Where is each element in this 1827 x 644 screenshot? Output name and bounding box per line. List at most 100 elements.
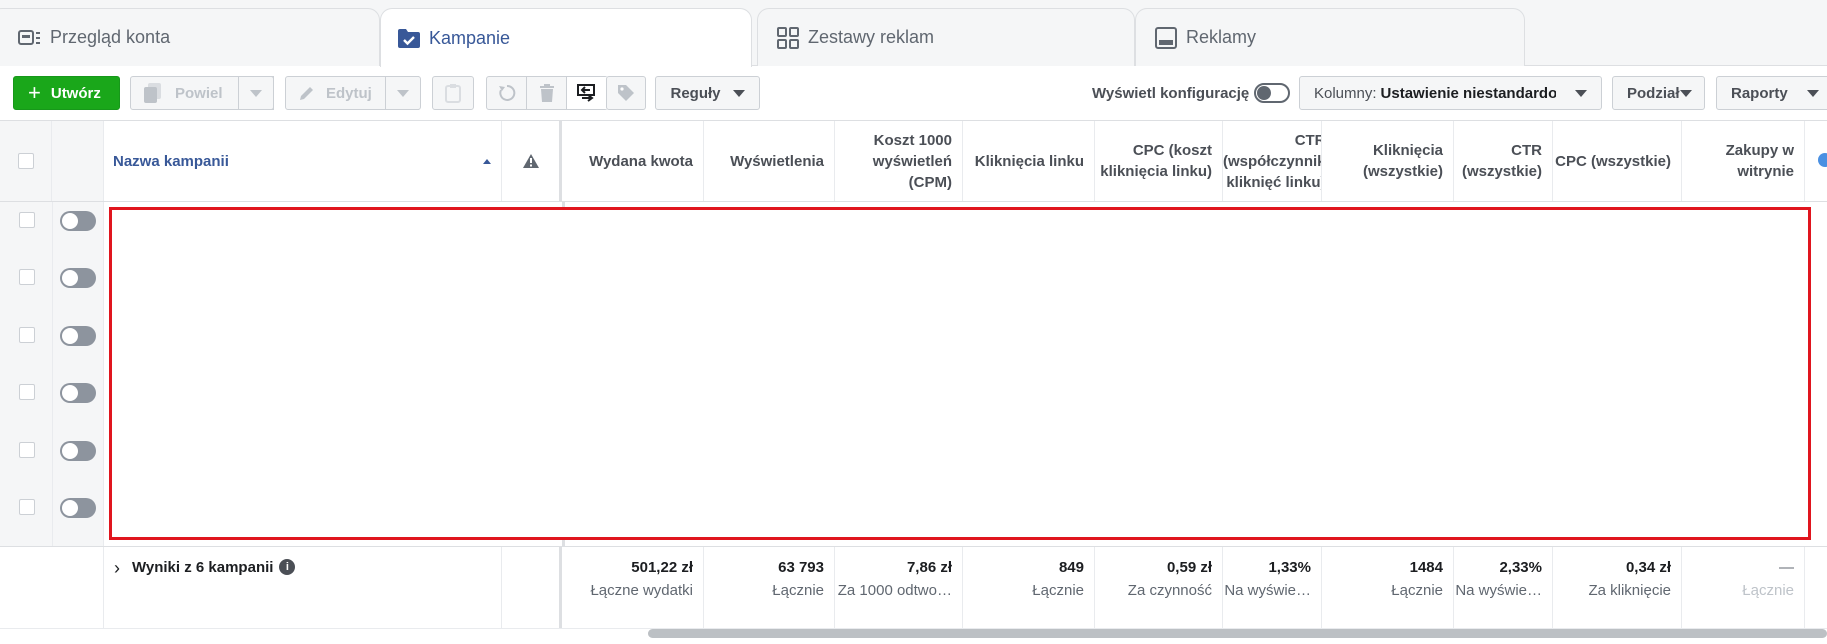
row-checkbox[interactable] [19,384,35,400]
column-header-spent[interactable]: Wydana kwota [562,121,704,201]
table-row [0,259,104,316]
columns-dropdown[interactable]: Kolumny: Ustawienie niestandardowe [1299,76,1602,110]
summary-spent: 501,22 zł Łączne wydatki [562,547,704,628]
info-icon[interactable] [1818,153,1827,167]
edit-dropdown-button[interactable] [385,76,421,110]
row-checkbox[interactable] [19,327,35,343]
campaign-toggle[interactable] [60,268,96,288]
duplicate-dropdown-button[interactable] [238,76,274,110]
action-button-group [486,76,608,110]
table-body [0,202,1827,546]
create-label: Utwórz [50,84,101,102]
redacted-rows-box [109,207,1811,540]
column-header-warnings[interactable] [502,121,562,201]
tab-label: Zestawy reklam [808,27,935,47]
row-checkbox[interactable] [19,212,35,228]
summary-name-cell[interactable]: › Wyniki z 6 kampanii i [104,547,502,628]
info-icon[interactable]: i [279,559,296,575]
duplicate-label: Powiel [175,84,223,102]
summary-value: 1484 [1409,559,1443,576]
column-header-impressions[interactable]: Wyświetlenia [704,121,835,201]
summary-cpc-link: 0,59 zł Za czynność [1095,547,1223,628]
view-config-label: Wyświetl konfigurację [1092,85,1250,102]
summary-value: 1,33% [1268,559,1311,576]
reports-dropdown[interactable]: Raporty [1716,76,1827,110]
chevron-down-icon [732,89,745,97]
tab-account-overview[interactable]: Przegląd konta [0,8,380,66]
column-header-ctr-link[interactable]: CTR (współczynnik kliknięć linku) [1223,121,1322,201]
tab-campaigns[interactable]: Kampanie [380,8,752,67]
campaign-toggle[interactable] [60,326,96,346]
grid-icon [776,26,800,50]
clipboard-icon [445,83,461,103]
campaign-toggle[interactable] [60,441,96,461]
summary-value: — [1779,559,1794,576]
refresh-button[interactable] [487,77,527,109]
warning-icon [522,154,539,168]
breakdown-dropdown[interactable]: Podział [1612,76,1705,110]
compare-button[interactable] [567,77,607,109]
tab-ads[interactable]: Reklamy [1135,8,1525,66]
summary-link-clicks: 849 Łącznie [963,547,1095,628]
ad-preview-icon [1154,26,1178,50]
chevron-down-icon [397,89,409,97]
chevron-down-icon [1807,90,1819,97]
column-header-ctr-all[interactable]: CTR (wszystkie) [1454,121,1553,201]
clipboard-button[interactable] [432,76,474,110]
tag-icon [616,83,636,103]
view-config-toggle[interactable] [1254,83,1290,103]
column-header-name[interactable]: Nazwa kampanii [104,121,502,201]
campaign-toggle[interactable] [60,383,96,403]
column-header-label: Nazwa kampanii [113,152,229,170]
toggle-column-header [52,121,104,201]
summary-value: 63 793 [778,559,824,576]
summary-caption: Łączne wydatki [590,582,693,599]
columns-value: Ustawienie niestandardowe [1380,84,1556,102]
tag-button[interactable] [606,76,646,110]
rules-button[interactable]: Reguły [655,76,760,110]
summary-caption: Łącznie [1032,582,1084,599]
breakdown-label: Podział [1627,84,1680,102]
summary-value: 0,59 zł [1166,559,1212,576]
folder-check-icon [397,26,421,50]
refresh-icon [497,83,517,103]
chevron-down-icon [1680,90,1692,97]
campaign-toggle[interactable] [60,211,96,231]
pencil-icon [298,84,316,102]
summary-label: Wyniki z 6 kampanii [132,559,274,576]
chevron-right-icon[interactable]: › [114,559,120,577]
column-header-link-clicks[interactable]: Kliknięcia linku [963,121,1095,201]
summary-value: 7,86 zł [906,559,952,576]
summary-caption: Łącznie [1391,582,1443,599]
sort-asc-icon [483,159,491,164]
summary-cpm: 7,86 zł Za 1000 odtwo… [835,547,963,628]
tab-bar: Przegląd konta Zestawy reklam Reklamy Ka… [0,0,1827,67]
summary-caption: Łącznie [772,582,824,599]
column-header-clicks-all[interactable]: Kliknięcia (wszystkie) [1322,121,1454,201]
summary-value: 0,34 zł [1625,559,1671,576]
create-button[interactable]: + Utwórz [13,76,120,110]
column-header-cpc-link[interactable]: CPC (koszt kliknięcia linku) [1095,121,1223,201]
rules-label: Reguły [670,84,721,102]
summary-purchases: — Łącznie [1682,547,1805,628]
summary-caption: Łącznie [1742,582,1794,599]
summary-caption: Za kliknięcie [1588,582,1671,599]
row-checkbox[interactable] [19,269,35,285]
delete-button[interactable] [527,77,567,109]
summary-caption: Na wyświe… [1224,582,1311,599]
summary-clicks-all: 1484 Łącznie [1322,547,1454,628]
column-header-cpm[interactable]: Koszt 1000 wyświetleń (CPM) [835,121,963,201]
campaign-toggle[interactable] [60,498,96,518]
row-checkbox[interactable] [19,499,35,515]
summary-cpc-all: 0,34 zł Za kliknięcie [1553,547,1682,628]
summary-caption: Na wyświe… [1455,582,1542,599]
table-header: Nazwa kampanii Wydana kwota Wyświetlenia… [0,120,1827,202]
row-checkbox[interactable] [19,442,35,458]
horizontal-scrollbar-thumb[interactable] [648,629,1827,638]
column-header-cpc-all[interactable]: CPC (wszystkie) [1553,121,1682,201]
tab-ad-sets[interactable]: Zestawy reklam [757,8,1135,66]
select-all-checkbox[interactable] [17,153,34,169]
summary-row: › Wyniki z 6 kampanii i 501,22 zł Łączne … [0,546,1827,628]
summary-value: 849 [1058,559,1084,576]
column-header-purchases[interactable]: Zakupy w witrynie [1682,121,1805,201]
